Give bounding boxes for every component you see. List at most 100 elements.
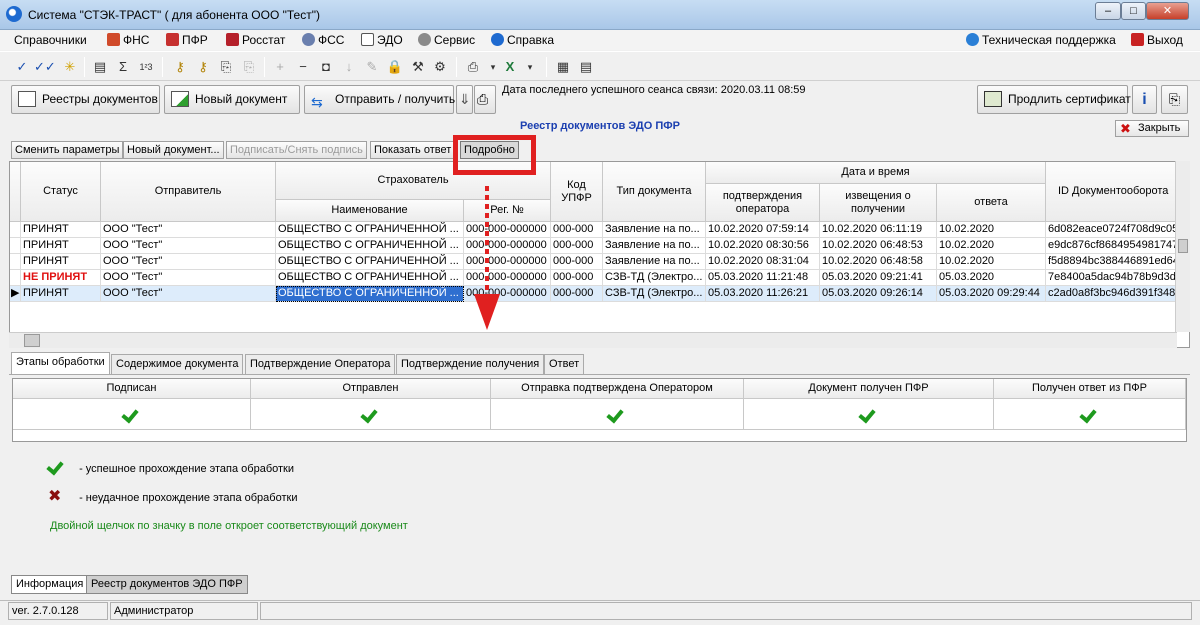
- new-doc-button[interactable]: Новый документ...: [123, 141, 224, 159]
- pin-icon[interactable]: ✎: [362, 57, 382, 77]
- doc-list-icon[interactable]: ▤: [90, 57, 110, 77]
- col-datetime[interactable]: Дата и время: [706, 162, 1046, 184]
- success-check-icon[interactable]: [608, 406, 626, 420]
- cell-notice[interactable]: 10.02.2020 06:11:19: [820, 222, 937, 238]
- cell-op[interactable]: 10.02.2020 08:31:04: [706, 254, 820, 270]
- col-upfr[interactable]: Код УПФР: [551, 162, 603, 222]
- tools-icon[interactable]: ⚒: [408, 57, 428, 77]
- cell-op[interactable]: 05.03.2020 11:26:21: [706, 286, 820, 302]
- excel-dropdown-icon[interactable]: ▾: [520, 57, 540, 77]
- change-params-button[interactable]: Сменить параметры: [11, 141, 124, 159]
- key-icon[interactable]: ⚷: [170, 57, 190, 77]
- extend-certificate-button[interactable]: Продлить сертификат: [977, 85, 1131, 114]
- row-indicator[interactable]: [10, 254, 21, 270]
- success-check-icon[interactable]: [860, 406, 878, 420]
- down-arrow-icon[interactable]: ↓: [339, 57, 359, 77]
- success-check-icon[interactable]: [123, 406, 141, 420]
- certificate-icon[interactable]: ⎘: [216, 57, 236, 77]
- check-icon[interactable]: ✓: [12, 57, 32, 77]
- cell-name[interactable]: ОБЩЕСТВО С ОГРАНИЧЕННОЙ ...: [276, 238, 464, 254]
- menu-exit[interactable]: Выход: [1131, 32, 1183, 48]
- row-indicator[interactable]: [10, 222, 21, 238]
- cell-sender[interactable]: ООО "Тест": [101, 270, 276, 286]
- minimize-button[interactable]: –: [1095, 2, 1121, 20]
- tab-processing-stages[interactable]: Этапы обработки: [11, 352, 110, 375]
- cell-id[interactable]: c2ad0a8f3bc946d391f348: [1046, 286, 1176, 302]
- cell-op[interactable]: 05.03.2020 11:21:48: [706, 270, 820, 286]
- menu-pfr[interactable]: ПФР: [166, 32, 208, 48]
- col-op-confirm[interactable]: подтверждения оператора: [706, 184, 820, 222]
- print-button[interactable]: ⎙: [474, 85, 496, 114]
- registries-button[interactable]: Реестры документов: [11, 85, 160, 114]
- col-docflow-id[interactable]: ID Документооборота: [1046, 162, 1176, 222]
- excel-icon[interactable]: X: [500, 57, 520, 77]
- minus-icon[interactable]: −: [293, 57, 313, 77]
- menu-service[interactable]: Сервис: [418, 32, 475, 48]
- stop-icon[interactable]: ◘: [316, 57, 336, 77]
- cell-name[interactable]: ОБЩЕСТВО С ОГРАНИЧЕННОЙ ...: [276, 222, 464, 238]
- report-icon[interactable]: ▤: [576, 57, 596, 77]
- close-registry-button[interactable]: ✖ Закрыть: [1115, 120, 1189, 137]
- calculator-icon[interactable]: ▦: [553, 57, 573, 77]
- menu-rosstat[interactable]: Росстат: [226, 32, 285, 48]
- add-icon[interactable]: +: [270, 57, 290, 77]
- cell-id[interactable]: f5d8894bc388446891ed64: [1046, 254, 1176, 270]
- printer-icon[interactable]: ⎙: [463, 57, 483, 77]
- lock-icon[interactable]: 🔒: [385, 57, 405, 77]
- col-notice[interactable]: извещения о получении: [820, 184, 937, 222]
- tab-receipt-confirmation[interactable]: Подтверждение получения: [396, 354, 545, 374]
- menu-fss[interactable]: ФСС: [302, 32, 344, 48]
- stage-signed-cell[interactable]: [13, 399, 251, 430]
- double-check-icon[interactable]: ✓✓: [34, 57, 56, 77]
- cell-id[interactable]: e9dc876cf8684954981747: [1046, 238, 1176, 254]
- success-check-icon[interactable]: [1081, 406, 1099, 420]
- bottom-tab-registry[interactable]: Реестр документов ЭДО ПФР: [86, 575, 248, 594]
- cell-doctype[interactable]: Заявление на по...: [603, 222, 706, 238]
- cell-sender[interactable]: ООО "Тест": [101, 286, 276, 302]
- cell-doctype[interactable]: СЗВ-ТД (Электро...: [603, 270, 706, 286]
- tab-document-content[interactable]: Содержимое документа: [111, 354, 244, 374]
- cell-doctype[interactable]: Заявление на по...: [603, 254, 706, 270]
- col-sender[interactable]: Отправитель: [101, 162, 276, 222]
- tab-reply[interactable]: Ответ: [544, 354, 585, 374]
- info-button[interactable]: i: [1132, 85, 1157, 114]
- close-window-button[interactable]: ✕: [1146, 2, 1189, 20]
- cell-name[interactable]: ОБЩЕСТВО С ОГРАНИЧЕННОЙ ...: [276, 270, 464, 286]
- numbering-icon[interactable]: 1²3: [136, 57, 156, 77]
- cell-reply[interactable]: 10.02.2020: [937, 222, 1046, 238]
- cell-sender[interactable]: ООО "Тест": [101, 254, 276, 270]
- menu-directories[interactable]: Справочники: [14, 32, 87, 48]
- grid-vertical-scrollbar[interactable]: [1175, 161, 1190, 332]
- new-document-button[interactable]: Новый документ: [164, 85, 300, 114]
- menu-support[interactable]: Техническая поддержка: [966, 32, 1116, 48]
- cell-name[interactable]: ОБЩЕСТВО С ОГРАНИЧЕННОЙ ...: [276, 254, 464, 270]
- stage-pfr-received-cell[interactable]: [744, 399, 994, 430]
- row-indicator[interactable]: ▶: [10, 286, 21, 302]
- menu-fns[interactable]: ФНС: [107, 32, 149, 48]
- tab-operator-confirmation[interactable]: Подтверждение Оператора: [245, 354, 396, 374]
- sign-button[interactable]: Подписать/Снять подпись: [226, 141, 367, 159]
- grid-horizontal-scrollbar[interactable]: [9, 332, 1177, 348]
- stage-sent-cell[interactable]: [251, 399, 491, 430]
- sum-icon[interactable]: Σ: [113, 57, 133, 77]
- row-indicator[interactable]: [10, 270, 21, 286]
- maximize-button[interactable]: □: [1121, 2, 1146, 20]
- send-receive-button[interactable]: ⇆ Отправить / получить: [304, 85, 455, 114]
- col-doctype[interactable]: Тип документа: [603, 162, 706, 222]
- success-check-icon[interactable]: [362, 406, 380, 420]
- cell-reply[interactable]: 10.02.2020: [937, 238, 1046, 254]
- cell-status[interactable]: НЕ ПРИНЯТ: [21, 270, 101, 286]
- download-button[interactable]: ⇓: [456, 85, 473, 114]
- settings-icon[interactable]: ⚙: [430, 57, 450, 77]
- row-indicator[interactable]: [10, 238, 21, 254]
- cell-reply[interactable]: 10.02.2020: [937, 254, 1046, 270]
- cell-notice[interactable]: 10.02.2020 06:48:53: [820, 238, 937, 254]
- cell-upfr[interactable]: 000-000: [551, 270, 603, 286]
- sun-icon[interactable]: ✳: [60, 57, 80, 77]
- documents-grid[interactable]: Статус Отправитель Страхователь Наименов…: [9, 161, 1190, 348]
- cell-name[interactable]: ОБЩЕСТВО С ОГРАНИЧЕННОЙ ...: [276, 286, 464, 302]
- col-reply[interactable]: ответа: [937, 184, 1046, 222]
- cell-sender[interactable]: ООО "Тест": [101, 238, 276, 254]
- cell-notice[interactable]: 10.02.2020 06:48:58: [820, 254, 937, 270]
- cell-status[interactable]: ПРИНЯТ: [21, 286, 101, 302]
